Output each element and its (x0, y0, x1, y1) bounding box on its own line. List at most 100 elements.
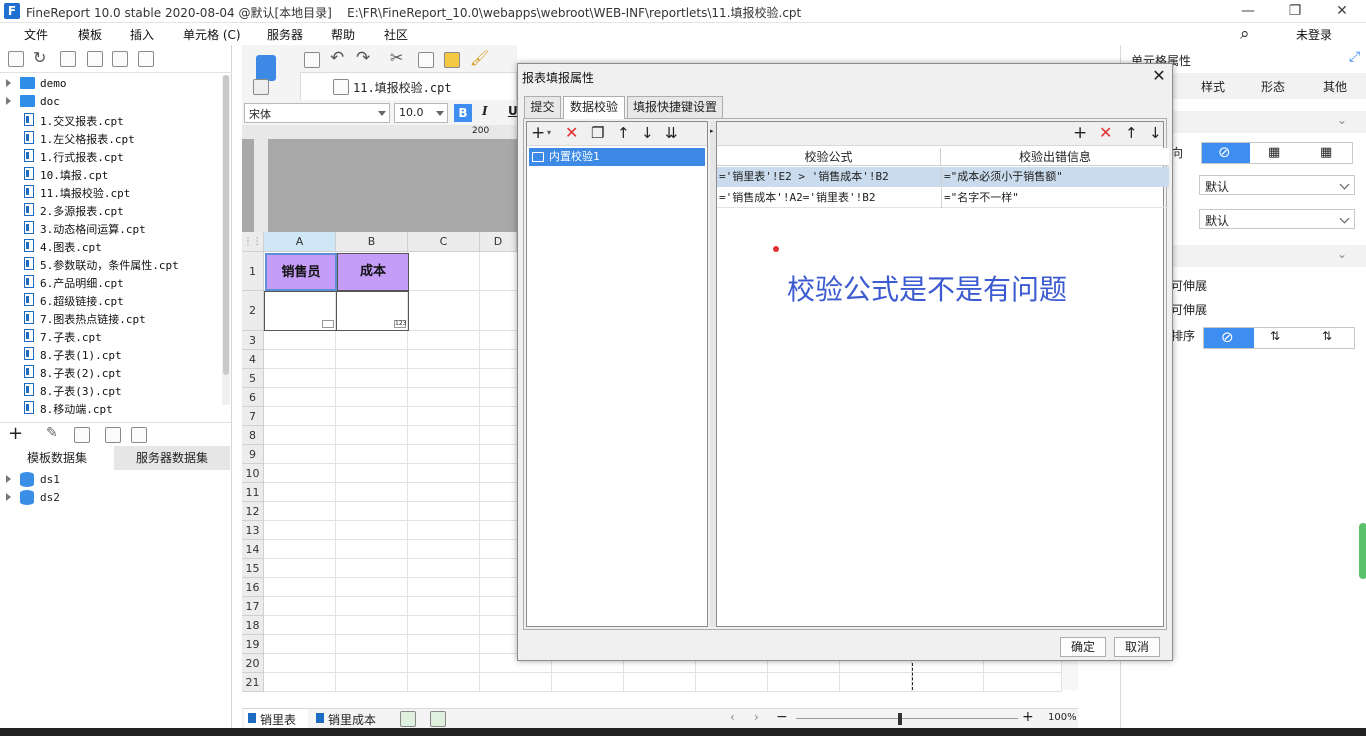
cell-b2[interactable]: 123 (336, 291, 409, 331)
grid-cell[interactable] (264, 540, 336, 559)
grid-cell[interactable] (408, 559, 480, 578)
dataset-settings-icon[interactable] (131, 427, 147, 443)
tree-file-item[interactable]: 6.超级链接.cpt (0, 291, 220, 309)
row-header[interactable]: 5 (242, 369, 264, 388)
column-header[interactable]: B (336, 232, 408, 252)
delete-icon[interactable]: ✕ (565, 123, 578, 143)
move-up-icon[interactable]: ↑ (617, 123, 630, 143)
row-header[interactable]: 4 (242, 350, 264, 369)
row-header[interactable]: 3 (242, 331, 264, 350)
row-header[interactable]: 17 (242, 597, 264, 616)
menu-help[interactable]: 帮助 (331, 26, 355, 43)
row-header[interactable]: 10 (242, 464, 264, 483)
row-header[interactable]: 1 (242, 252, 264, 291)
grid-cell[interactable] (264, 521, 336, 540)
tree-file-item[interactable]: 8.移动端.cpt (0, 399, 220, 417)
bold-button[interactable]: B (454, 104, 472, 122)
grid-cell[interactable] (408, 350, 480, 369)
copy-icon[interactable]: ❐ (591, 123, 604, 143)
scroll-right-icon[interactable]: › (754, 710, 759, 724)
row-header[interactable]: 9 (242, 445, 264, 464)
table-row[interactable]: ='销售成本'!A2='销里表'!B2 ="名字不一样" (717, 188, 1169, 208)
row-header[interactable]: 21 (242, 673, 264, 692)
minimize-icon[interactable]: — (1238, 2, 1258, 20)
close-icon[interactable]: ✕ (1149, 66, 1169, 86)
grid-cell[interactable] (264, 483, 336, 502)
row-header[interactable]: 15 (242, 559, 264, 578)
expand-icon[interactable] (6, 475, 11, 483)
tree-scrollbar[interactable] (222, 75, 230, 405)
grid-cell[interactable] (336, 578, 408, 597)
open-icon[interactable] (60, 51, 76, 67)
font-size-select[interactable]: 10.0 (394, 103, 448, 123)
grid-cell[interactable] (264, 388, 336, 407)
cell-element-icon[interactable] (256, 55, 276, 81)
expand-icon[interactable] (6, 79, 11, 87)
grid-cell[interactable] (336, 445, 408, 464)
column-header[interactable]: A (264, 232, 336, 252)
tree-file-item[interactable]: 10.填报.cpt (0, 165, 220, 183)
ok-button[interactable]: 确定 (1060, 637, 1106, 657)
grid-cell[interactable] (840, 673, 912, 692)
delete-icon[interactable] (112, 51, 128, 67)
sort-desc-icon[interactable]: ⇅ (1322, 329, 1332, 343)
tree-file-item[interactable]: 8.子表(3).cpt (0, 381, 220, 399)
grid-cell[interactable] (408, 252, 480, 291)
tab-data-validation[interactable]: 数据校验 (563, 96, 625, 119)
grid-cell[interactable] (264, 502, 336, 521)
settings-icon[interactable] (87, 51, 103, 67)
row-header[interactable]: 19 (242, 635, 264, 654)
tree-file-item[interactable]: 1.交叉报表.cpt (0, 111, 220, 129)
row-header[interactable]: 12 (242, 502, 264, 521)
font-name-select[interactable]: 宋体 (244, 103, 390, 123)
zoom-in-icon[interactable]: + (1022, 709, 1034, 725)
delete-row-icon[interactable]: ✕ (1099, 123, 1112, 143)
grid-cell[interactable] (408, 597, 480, 616)
copy-icon[interactable] (138, 51, 154, 67)
grid-cell[interactable] (408, 521, 480, 540)
tree-file-item[interactable]: 5.参数联动，条件属性.cpt (0, 255, 220, 273)
format-painter-icon[interactable]: 🖌 (470, 49, 489, 67)
menu-template[interactable]: 模板 (78, 26, 102, 43)
tab-shortcut-settings[interactable]: 填报快捷键设置 (627, 96, 723, 118)
grid-cell[interactable] (264, 331, 336, 350)
row-header[interactable]: 14 (242, 540, 264, 559)
grid-cell[interactable] (408, 445, 480, 464)
horizontal-expand-icon[interactable]: ▦ (1320, 145, 1332, 160)
grid-cell[interactable] (336, 426, 408, 445)
tree-file-item[interactable]: 11.填报校验.cpt (0, 183, 220, 201)
copy-cell-icon[interactable] (418, 52, 434, 68)
sort-segment[interactable]: ⊘ ⇅ ⇅ (1203, 327, 1355, 349)
side-scroll-indicator[interactable] (1359, 523, 1366, 579)
grid-cell[interactable] (264, 635, 336, 654)
refresh-icon[interactable]: ↻ (33, 48, 46, 67)
direction-segment[interactable]: ⊘ ▦ ▦ (1201, 142, 1353, 164)
row-header[interactable]: 6 (242, 388, 264, 407)
message-cell[interactable]: ="名字不一样" (941, 188, 1169, 208)
grid-cell[interactable] (336, 616, 408, 635)
grid-cell[interactable] (408, 369, 480, 388)
scroll-left-icon[interactable]: ‹ (730, 710, 735, 724)
grid-cell[interactable] (408, 331, 480, 350)
grid-cell[interactable] (624, 673, 696, 692)
select-all-corner[interactable]: ⋮⋮ (242, 232, 264, 252)
paste-icon[interactable] (444, 52, 460, 68)
grid-cell[interactable] (336, 559, 408, 578)
new-folder-icon[interactable] (8, 51, 24, 67)
grid-cell[interactable] (408, 388, 480, 407)
tree-file-item[interactable]: 7.子表.cpt (0, 327, 220, 345)
tab-form[interactable]: 形态 (1243, 78, 1303, 98)
collapse-icon[interactable]: ⤢ (1349, 49, 1360, 65)
tab-other[interactable]: 其他 (1305, 78, 1365, 98)
grid-cell[interactable] (336, 597, 408, 616)
default-select-1[interactable]: 默认 (1199, 175, 1355, 195)
grid-cell[interactable] (408, 635, 480, 654)
tree-file-item[interactable]: 1.行式报表.cpt (0, 147, 220, 165)
row-header[interactable]: 11 (242, 483, 264, 502)
grid-cell[interactable] (264, 407, 336, 426)
row-header[interactable]: 20 (242, 654, 264, 673)
chevron-down-icon[interactable]: ▾ (547, 128, 551, 137)
sheet-tab[interactable]: 销里成本 (312, 709, 392, 728)
tree-file-item[interactable]: 8.子表(1).cpt (0, 345, 220, 363)
grid-cell[interactable] (408, 426, 480, 445)
